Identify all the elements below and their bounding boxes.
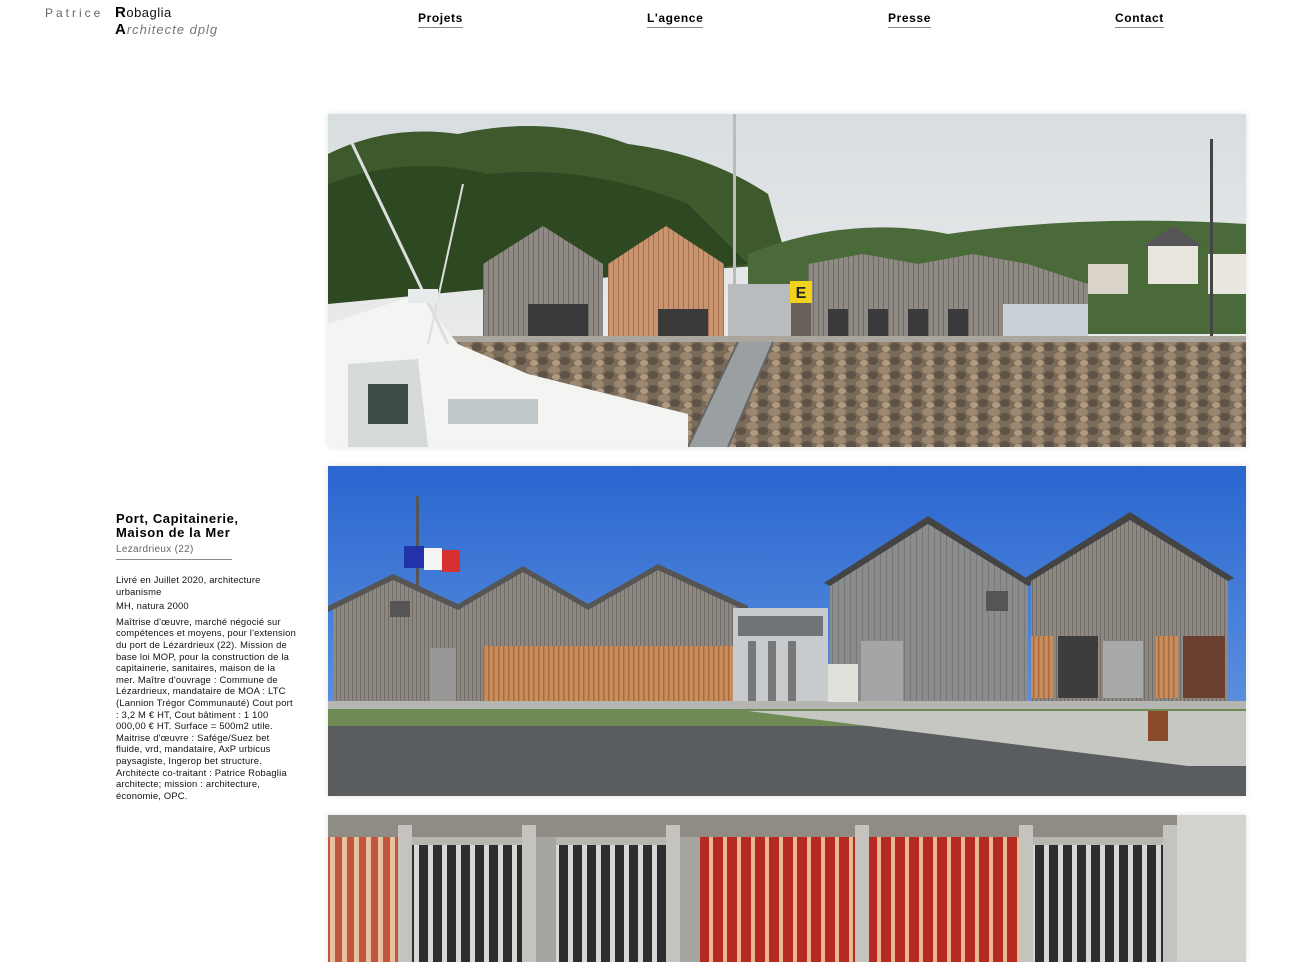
project-location: Lezardrieux (22) — [116, 544, 232, 560]
project-description: Maîtrise d'œuvre, marché négocié sur com… — [116, 615, 296, 732]
project-title-line2: Maison de la Mer — [116, 525, 231, 540]
project-title: Port, Capitainerie, Maison de la Mer — [116, 512, 296, 540]
logo-subtitle: Architecte dplg — [115, 21, 218, 38]
logo-last-initial: R — [115, 4, 127, 21]
nav-agence[interactable]: L'agence — [647, 11, 704, 28]
logo-last-rest: obaglia — [126, 5, 172, 20]
facade-photo-illustration — [328, 466, 1246, 796]
louvres-photo-illustration — [328, 815, 1246, 962]
harbour-sign-letter: E — [796, 285, 807, 302]
nav-presse[interactable]: Presse — [888, 11, 931, 28]
logo-first-name: Patrice — [45, 6, 104, 20]
logo-sub-rest: rchitecte dplg — [126, 22, 219, 37]
project-team: Maitrise d'œuvre : Safége/Suez bet fluid… — [116, 731, 287, 801]
project-photo-louvres[interactable] — [328, 815, 1246, 962]
nav-projets[interactable]: Projets — [418, 11, 463, 28]
logo-sub-initial: A — [115, 21, 127, 38]
logo-last-name: Robaglia — [115, 4, 172, 21]
harbour-photo-illustration: E — [328, 114, 1246, 447]
project-photo-harbour[interactable]: E — [328, 114, 1246, 447]
project-photo-facade[interactable] — [328, 466, 1246, 796]
project-title-line1: Port, Capitainerie, — [116, 511, 239, 526]
project-protection: MH, natura 2000 — [116, 600, 189, 612]
project-info: Port, Capitainerie, Maison de la Mer Lez… — [116, 512, 296, 801]
nav-contact[interactable]: Contact — [1115, 11, 1164, 28]
project-delivery: Livré en Juillet 2020, architecture urba… — [116, 574, 261, 597]
